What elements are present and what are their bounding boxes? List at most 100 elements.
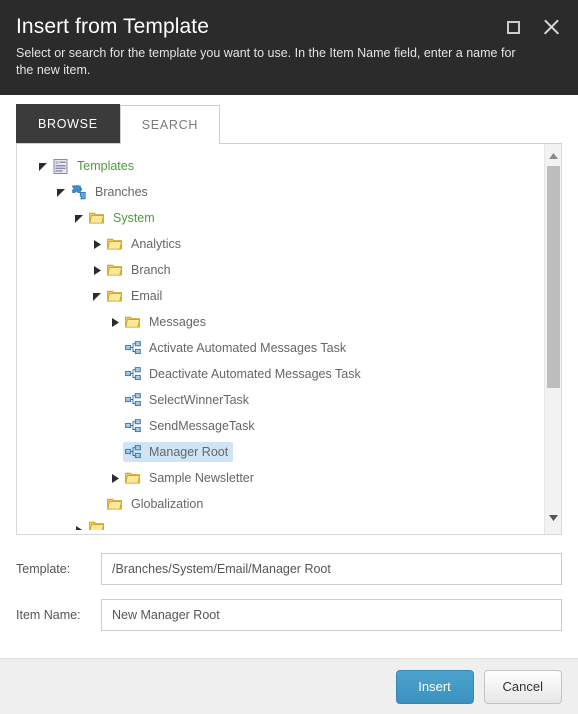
tree-item-hit[interactable]: SendMessageTask bbox=[123, 416, 260, 436]
form-area: Template: Item Name: bbox=[16, 535, 562, 631]
folder-icon bbox=[89, 210, 107, 226]
tree-twisty-collapsed[interactable] bbox=[107, 309, 123, 335]
tree-item-label: Email bbox=[131, 289, 163, 303]
tree-item-hit[interactable] bbox=[87, 517, 118, 530]
item-name-input[interactable] bbox=[101, 599, 562, 631]
folder-icon bbox=[107, 238, 123, 250]
dialog-body: BROWSE SEARCH Templates Branches System Ana… bbox=[0, 103, 578, 631]
tree-item-hit[interactable]: Sample Newsletter bbox=[123, 468, 259, 488]
tree-item-sendmessagetask[interactable]: SendMessageTask bbox=[17, 413, 543, 439]
close-icon bbox=[543, 19, 560, 36]
tree-item-sample-newsletter[interactable]: Sample Newsletter bbox=[17, 465, 543, 491]
dialog-subtitle: Select or search for the template you wa… bbox=[16, 46, 516, 77]
tree-item-label: Analytics bbox=[131, 237, 182, 251]
chevron-down-icon bbox=[38, 162, 47, 171]
folder-icon bbox=[107, 262, 125, 278]
tree-twisty-expanded[interactable] bbox=[71, 205, 87, 231]
template-label: Template: bbox=[16, 562, 71, 576]
tree-item-hit[interactable]: SelectWinnerTask bbox=[123, 390, 254, 410]
tree-item-label: Branch bbox=[131, 263, 171, 277]
template-input[interactable] bbox=[101, 553, 562, 585]
template-icon bbox=[125, 392, 143, 408]
tree-item-label: Templates bbox=[77, 159, 134, 173]
chevron-down-icon bbox=[92, 292, 101, 301]
template-icon bbox=[125, 419, 141, 433]
tree-item-deactivate-automated-messages-task[interactable]: Deactivate Automated Messages Task bbox=[17, 361, 543, 387]
templates-root-icon bbox=[53, 158, 68, 174]
tree-item-manager-root[interactable]: Manager Root bbox=[17, 439, 543, 465]
item-name-label: Item Name: bbox=[16, 608, 81, 622]
maximize-icon bbox=[506, 20, 520, 34]
close-button[interactable] bbox=[541, 17, 561, 37]
tree-item-hit[interactable]: Deactivate Automated Messages Task bbox=[123, 364, 366, 384]
tree-item-hit[interactable]: Manager Root bbox=[123, 442, 234, 462]
tree-item-label: Globalization bbox=[131, 497, 204, 511]
folder-icon bbox=[107, 264, 123, 276]
tree-item-clipped[interactable] bbox=[17, 517, 543, 530]
tree-item-label: Sample Newsletter bbox=[149, 471, 254, 485]
tree-item-label: SelectWinnerTask bbox=[149, 393, 250, 407]
tree-twisty-collapsed[interactable] bbox=[107, 465, 123, 491]
folder-icon bbox=[125, 472, 141, 484]
cancel-button[interactable]: Cancel bbox=[483, 669, 562, 704]
folder-icon bbox=[89, 519, 107, 530]
chevron-right-icon bbox=[75, 525, 83, 530]
tree-twisty-expanded[interactable] bbox=[35, 153, 51, 179]
window-controls bbox=[503, 17, 561, 37]
folder-icon bbox=[107, 496, 125, 512]
tree-scrollbar[interactable] bbox=[544, 144, 561, 534]
tree-item-branch[interactable]: Branch bbox=[17, 257, 543, 283]
chevron-right-icon bbox=[93, 239, 101, 249]
tree-item-hit[interactable]: Branches bbox=[69, 182, 153, 202]
template-icon bbox=[125, 418, 143, 434]
tree-item-branches[interactable]: Branches bbox=[17, 179, 543, 205]
tree-item-hit[interactable]: Email bbox=[105, 286, 167, 306]
tree-item-activate-automated-messages-task[interactable]: Activate Automated Messages Task bbox=[17, 335, 543, 361]
tree-twisty-spacer bbox=[107, 361, 123, 387]
tab-search[interactable]: SEARCH bbox=[119, 105, 221, 144]
insert-button[interactable]: Insert bbox=[395, 669, 474, 704]
tree-twisty-collapsed[interactable] bbox=[89, 231, 105, 257]
tree-item-hit[interactable]: Templates bbox=[51, 156, 139, 176]
tree-twisty-expanded[interactable] bbox=[89, 283, 105, 309]
template-icon bbox=[125, 366, 143, 382]
chevron-right-icon bbox=[93, 265, 101, 275]
template-icon bbox=[125, 444, 143, 460]
tree-twisty-collapsed[interactable] bbox=[89, 257, 105, 283]
tree-item-hit[interactable]: Analytics bbox=[105, 234, 186, 254]
tab-browse[interactable]: BROWSE bbox=[16, 104, 120, 143]
folder-icon bbox=[125, 316, 141, 328]
template-icon bbox=[125, 367, 141, 381]
template-icon bbox=[125, 340, 143, 356]
scrollbar-thumb[interactable] bbox=[547, 166, 560, 388]
tree-item-hit[interactable]: Branch bbox=[105, 260, 176, 280]
chevron-right-icon bbox=[111, 317, 119, 327]
tree-twisty-collapsed[interactable] bbox=[71, 517, 87, 530]
tree-item-templates[interactable]: Templates bbox=[17, 153, 543, 179]
tree-item-hit[interactable]: Activate Automated Messages Task bbox=[123, 338, 351, 358]
tree-item-messages[interactable]: Messages bbox=[17, 309, 543, 335]
tree-item-label: System bbox=[113, 211, 155, 225]
tree-item-label: Manager Root bbox=[149, 445, 229, 459]
dialog-footer: Insert Cancel bbox=[0, 658, 578, 714]
tree-item-label: Branches bbox=[95, 185, 148, 199]
maximize-button[interactable] bbox=[503, 17, 523, 37]
tree-twisty-expanded[interactable] bbox=[53, 179, 69, 205]
tree-item-system[interactable]: System bbox=[17, 205, 543, 231]
tree-item-label: Activate Automated Messages Task bbox=[149, 341, 347, 355]
tree-item-email[interactable]: Email bbox=[17, 283, 543, 309]
tree-item-hit[interactable]: Messages bbox=[123, 312, 211, 332]
tree-item-hit[interactable]: System bbox=[87, 208, 160, 228]
scroll-up-button[interactable] bbox=[545, 147, 561, 164]
dialog-header: Insert from Template Select or search fo… bbox=[0, 0, 578, 95]
template-tree[interactable]: Templates Branches System Analytics Branch Em… bbox=[17, 144, 543, 534]
tree-item-hit[interactable]: Globalization bbox=[105, 494, 208, 514]
tab-strip: BROWSE SEARCH bbox=[16, 103, 562, 144]
chevron-right-icon bbox=[111, 473, 119, 483]
folder-icon bbox=[107, 236, 125, 252]
tree-item-globalization[interactable]: Globalization bbox=[17, 491, 543, 517]
tree-item-analytics[interactable]: Analytics bbox=[17, 231, 543, 257]
tree-item-selectwinnertask[interactable]: SelectWinnerTask bbox=[17, 387, 543, 413]
dialog-title: Insert from Template bbox=[16, 15, 210, 38]
scroll-down-button[interactable] bbox=[545, 509, 561, 526]
